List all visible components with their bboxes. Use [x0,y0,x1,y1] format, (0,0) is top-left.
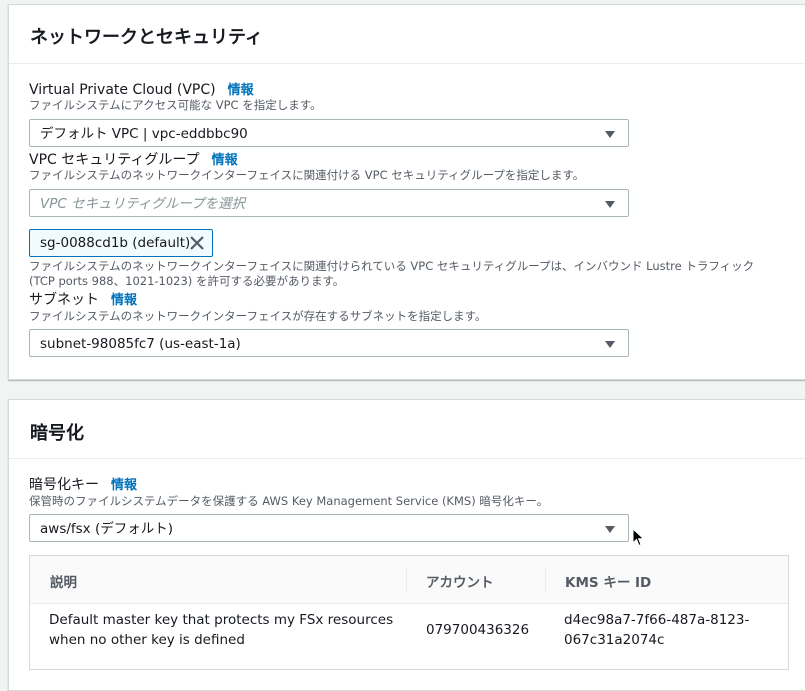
subnet-label-text: サブネット [29,292,99,308]
subnet-label: サブネット 情報 [29,289,137,309]
column-divider [406,568,407,592]
vpc-label-text: Virtual Private Cloud (VPC) [29,82,216,98]
encryption-key-select[interactable]: aws/fsx (デフォルト) [29,514,629,542]
security-group-placeholder: VPC セキュリティグループを選択 [40,196,245,212]
security-group-token-label: sg-0088cd1b (default) [40,235,191,251]
row-description: Default master key that protects my FSx … [49,610,393,650]
close-icon[interactable] [188,234,206,252]
network-security-title: ネットワークとセキュリティ [30,27,263,48]
security-group-label-text: VPC セキュリティグループ [29,152,200,168]
security-group-note-line1: ファイルシステムのネットワークインターフェイスに関連付けられている VPC セキ… [29,259,755,273]
column-header-description: 説明 [50,575,77,591]
subnet-select-value: subnet-98085fc7 (us-east-1a) [40,336,241,352]
subnet-description: ファイルシステムのネットワークインターフェイスが存在するサブネットを指定します。 [29,309,487,323]
row-key-id-line1: d4ec98a7-7f66-487a-8123- [564,612,750,628]
encryption-key-label: 暗号化キー 情報 [29,474,137,494]
caret-down-icon [605,131,615,138]
panel-header: 暗号化 [9,400,805,459]
encryption-key-description: 保管時のファイルシステムデータを保護する AWS Key Management … [29,494,549,508]
encryption-key-info-link[interactable]: 情報 [111,478,137,493]
subnet-select[interactable]: subnet-98085fc7 (us-east-1a) [29,329,629,357]
column-header-key-id: KMS キー ID [565,575,652,591]
mouse-pointer-icon [632,528,645,547]
encryption-title: 暗号化 [30,423,84,444]
row-description-line1: Default master key that protects my FSx … [49,612,394,628]
vpc-description: ファイルシステムにアクセス可能な VPC を指定します。 [29,98,322,112]
panel-header: ネットワークとセキュリティ [9,5,805,64]
caret-down-icon [605,526,615,533]
row-key-id-line2: 067c31a2074c [564,632,665,648]
security-group-info-link[interactable]: 情報 [212,153,238,168]
security-group-note: ファイルシステムのネットワークインターフェイスに関連付けられている VPC セキ… [29,259,799,289]
caret-down-icon [605,341,615,348]
column-divider [545,568,546,592]
caret-down-icon [605,201,615,208]
row-description-line2: when no other key is defined [49,632,245,648]
kms-key-table: 説明 アカウント KMS キー ID Default master key th… [29,555,789,670]
encryption-key-label-text: 暗号化キー [29,477,99,493]
subnet-info-link[interactable]: 情報 [111,293,137,308]
security-group-label: VPC セキュリティグループ 情報 [29,149,238,169]
row-account: 079700436326 [426,622,530,638]
security-group-description: ファイルシステムのネットワークインターフェイスに関連付ける VPC セキュリティ… [29,168,585,182]
vpc-select-value: デフォルト VPC | vpc-eddbbc90 [40,126,248,142]
row-key-id: d4ec98a7-7f66-487a-8123- 067c31a2074c [564,610,749,650]
security-group-token: sg-0088cd1b (default) [29,229,213,257]
vpc-info-link[interactable]: 情報 [228,83,254,98]
security-group-note-line2: (TCP ports 988、1021-1023) を許可する必要があります。 [29,274,345,288]
encryption-key-select-value: aws/fsx (デフォルト) [40,521,173,537]
vpc-select[interactable]: デフォルト VPC | vpc-eddbbc90 [29,119,629,147]
security-group-select[interactable]: VPC セキュリティグループを選択 [29,189,629,217]
vpc-label: Virtual Private Cloud (VPC) 情報 [29,79,254,98]
table-header: 説明 アカウント KMS キー ID [30,556,788,604]
column-header-account: アカウント [426,575,494,591]
